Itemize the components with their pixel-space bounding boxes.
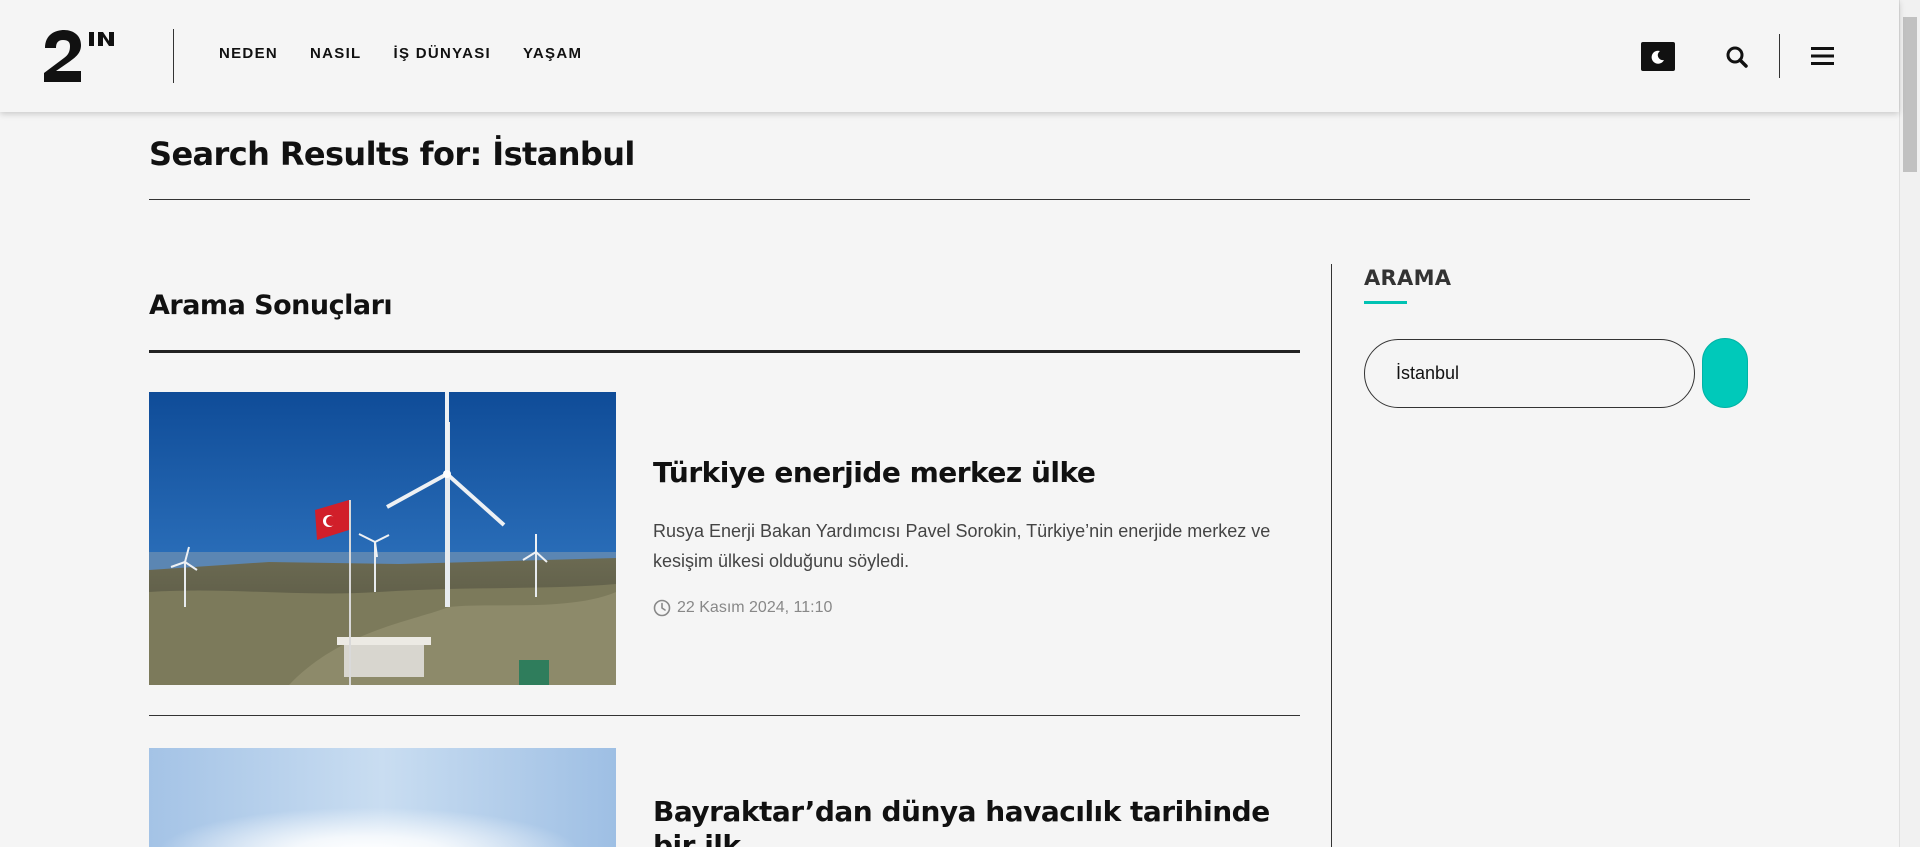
search-icon: [1726, 46, 1748, 68]
article-title[interactable]: Bayraktar’dan dünya havacılık tarihinde …: [653, 795, 1293, 847]
sidebar-search-input[interactable]: [1364, 339, 1695, 408]
article-divider: [149, 715, 1300, 716]
sidebar-divider: [1331, 264, 1332, 847]
title-divider: [149, 199, 1750, 200]
results-heading: Arama Sonuçları: [149, 290, 393, 321]
results-heading-rule: [149, 350, 1300, 353]
nav-item-neden[interactable]: NEDEN: [219, 45, 278, 62]
site-header: NEDEN NASIL İŞ DÜNYASI YAŞAM: [0, 0, 1899, 112]
header-search-button[interactable]: [1724, 44, 1750, 70]
scrollbar-thumb[interactable]: [1903, 17, 1917, 172]
article-date-text: 22 Kasım 2024, 11:10: [677, 599, 833, 616]
sidebar-search-title: ARAMA: [1364, 266, 1452, 290]
main-nav: NEDEN NASIL İŞ DÜNYASI YAŞAM: [219, 45, 614, 62]
moon-icon: [1651, 50, 1664, 64]
article-thumbnail[interactable]: [149, 392, 616, 685]
article-title[interactable]: Türkiye enerjide merkez ülke: [653, 456, 1293, 490]
sidebar-title-accent: [1364, 301, 1407, 304]
article-excerpt: Rusya Enerji Bakan Yardımcısı Pavel Soro…: [653, 521, 1271, 571]
header-divider: [173, 29, 174, 83]
clock-icon: [653, 599, 671, 617]
logo-mark-icon: [44, 30, 114, 82]
hamburger-menu-button[interactable]: [1810, 44, 1836, 68]
page-scrollbar[interactable]: [1899, 0, 1920, 847]
wind-turbine-photo: [149, 392, 616, 685]
site-logo[interactable]: [42, 28, 114, 84]
article-thumbnail[interactable]: [149, 748, 616, 847]
header-divider: [1779, 34, 1780, 78]
sidebar-search-submit-button[interactable]: [1702, 338, 1748, 408]
sky-photo: [149, 748, 616, 847]
nav-item-is-dunyasi[interactable]: İŞ DÜNYASI: [394, 45, 491, 62]
nav-item-yasam[interactable]: YAŞAM: [523, 45, 582, 62]
page-title: Search Results for: İstanbul: [149, 135, 635, 173]
nav-item-nasil[interactable]: NASIL: [310, 45, 362, 62]
article-date: 22 Kasım 2024, 11:10: [653, 599, 832, 617]
dark-mode-toggle[interactable]: [1641, 42, 1675, 71]
hamburger-menu-icon: [1811, 47, 1834, 65]
